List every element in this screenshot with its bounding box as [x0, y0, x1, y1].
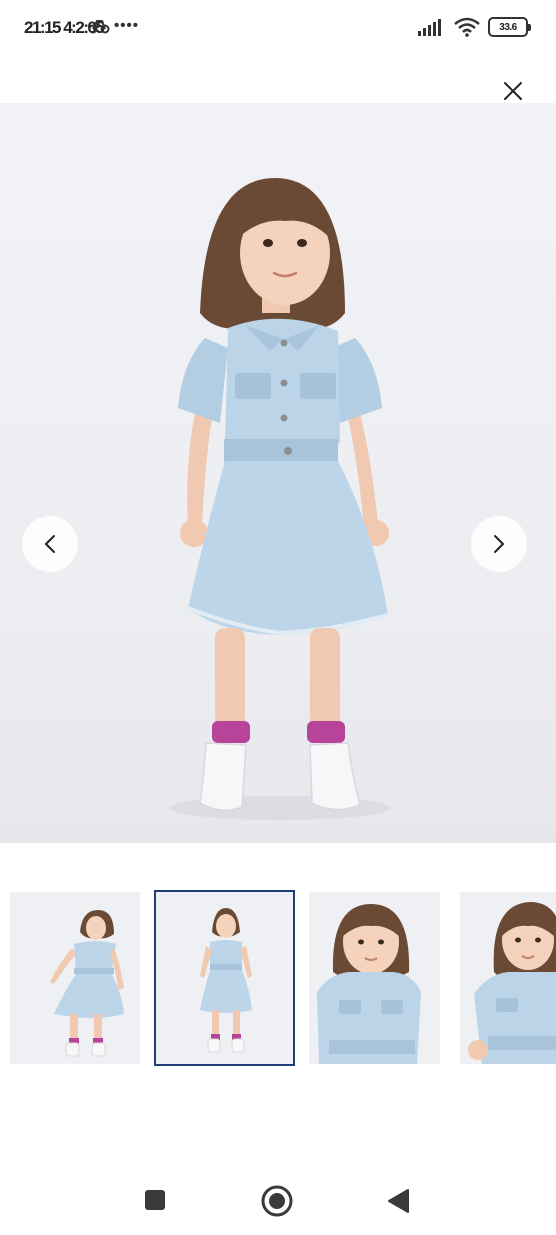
previous-image-button[interactable]	[22, 516, 78, 572]
home-button[interactable]	[260, 1184, 294, 1218]
square-icon	[145, 1190, 165, 1210]
thumbnail-strip[interactable]	[0, 888, 556, 1068]
back-button[interactable]	[386, 1188, 410, 1214]
recents-button[interactable]	[143, 1188, 167, 1212]
triangle-back-icon	[388, 1189, 409, 1213]
thumbnail-image	[468, 902, 556, 1064]
circle-home-icon	[261, 1185, 293, 1217]
chevron-right-icon	[494, 535, 504, 553]
status-system-icons: 33.6	[418, 17, 531, 37]
thumbnail-image	[317, 904, 421, 1064]
main-product-image[interactable]	[0, 103, 556, 843]
battery-indicator: 33.6	[488, 17, 531, 37]
thumbnail-image	[50, 910, 124, 1057]
status-bar: 21:15 4:2:05 •••• 33.6	[0, 0, 556, 56]
next-image-button[interactable]	[471, 516, 527, 572]
bike-icon	[88, 20, 110, 34]
more-notifications: ••••	[114, 16, 140, 34]
wifi-icon	[454, 17, 480, 37]
status-notifications: ••••	[88, 16, 139, 34]
signal-bars-icon	[418, 19, 441, 36]
product-photo	[170, 178, 390, 820]
system-navigation-bar	[0, 1160, 556, 1235]
battery-label: 33.6	[499, 21, 517, 33]
thumbnail-3[interactable]	[309, 892, 440, 1064]
chevron-left-icon	[45, 535, 55, 553]
thumbnail-4[interactable]	[460, 892, 556, 1064]
thumbnail-image	[200, 908, 252, 1053]
thumbnail-2-selected[interactable]	[154, 890, 295, 1066]
thumbnail-1[interactable]	[10, 892, 140, 1064]
close-icon	[504, 82, 522, 100]
